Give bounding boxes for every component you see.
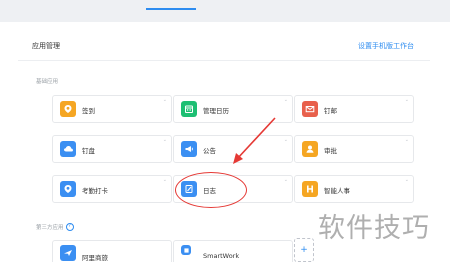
- watermark: 软件技巧: [318, 213, 430, 244]
- plane-icon: [60, 245, 76, 261]
- smartwork-icon: [181, 245, 191, 255]
- section-third-party-apps: 第三方应用 ?: [36, 223, 74, 231]
- help-icon[interactable]: ?: [65, 223, 74, 231]
- app-card-alitrip[interactable]: 阿里商旅: [52, 240, 172, 262]
- app-card-smartwork[interactable]: SmartWork: [173, 240, 293, 262]
- app-label: SmartWork: [203, 252, 240, 260]
- add-app-button[interactable]: +: [294, 238, 314, 262]
- section-third-label: 第三方应用: [36, 225, 64, 231]
- app-label: 阿里商旅: [82, 254, 108, 262]
